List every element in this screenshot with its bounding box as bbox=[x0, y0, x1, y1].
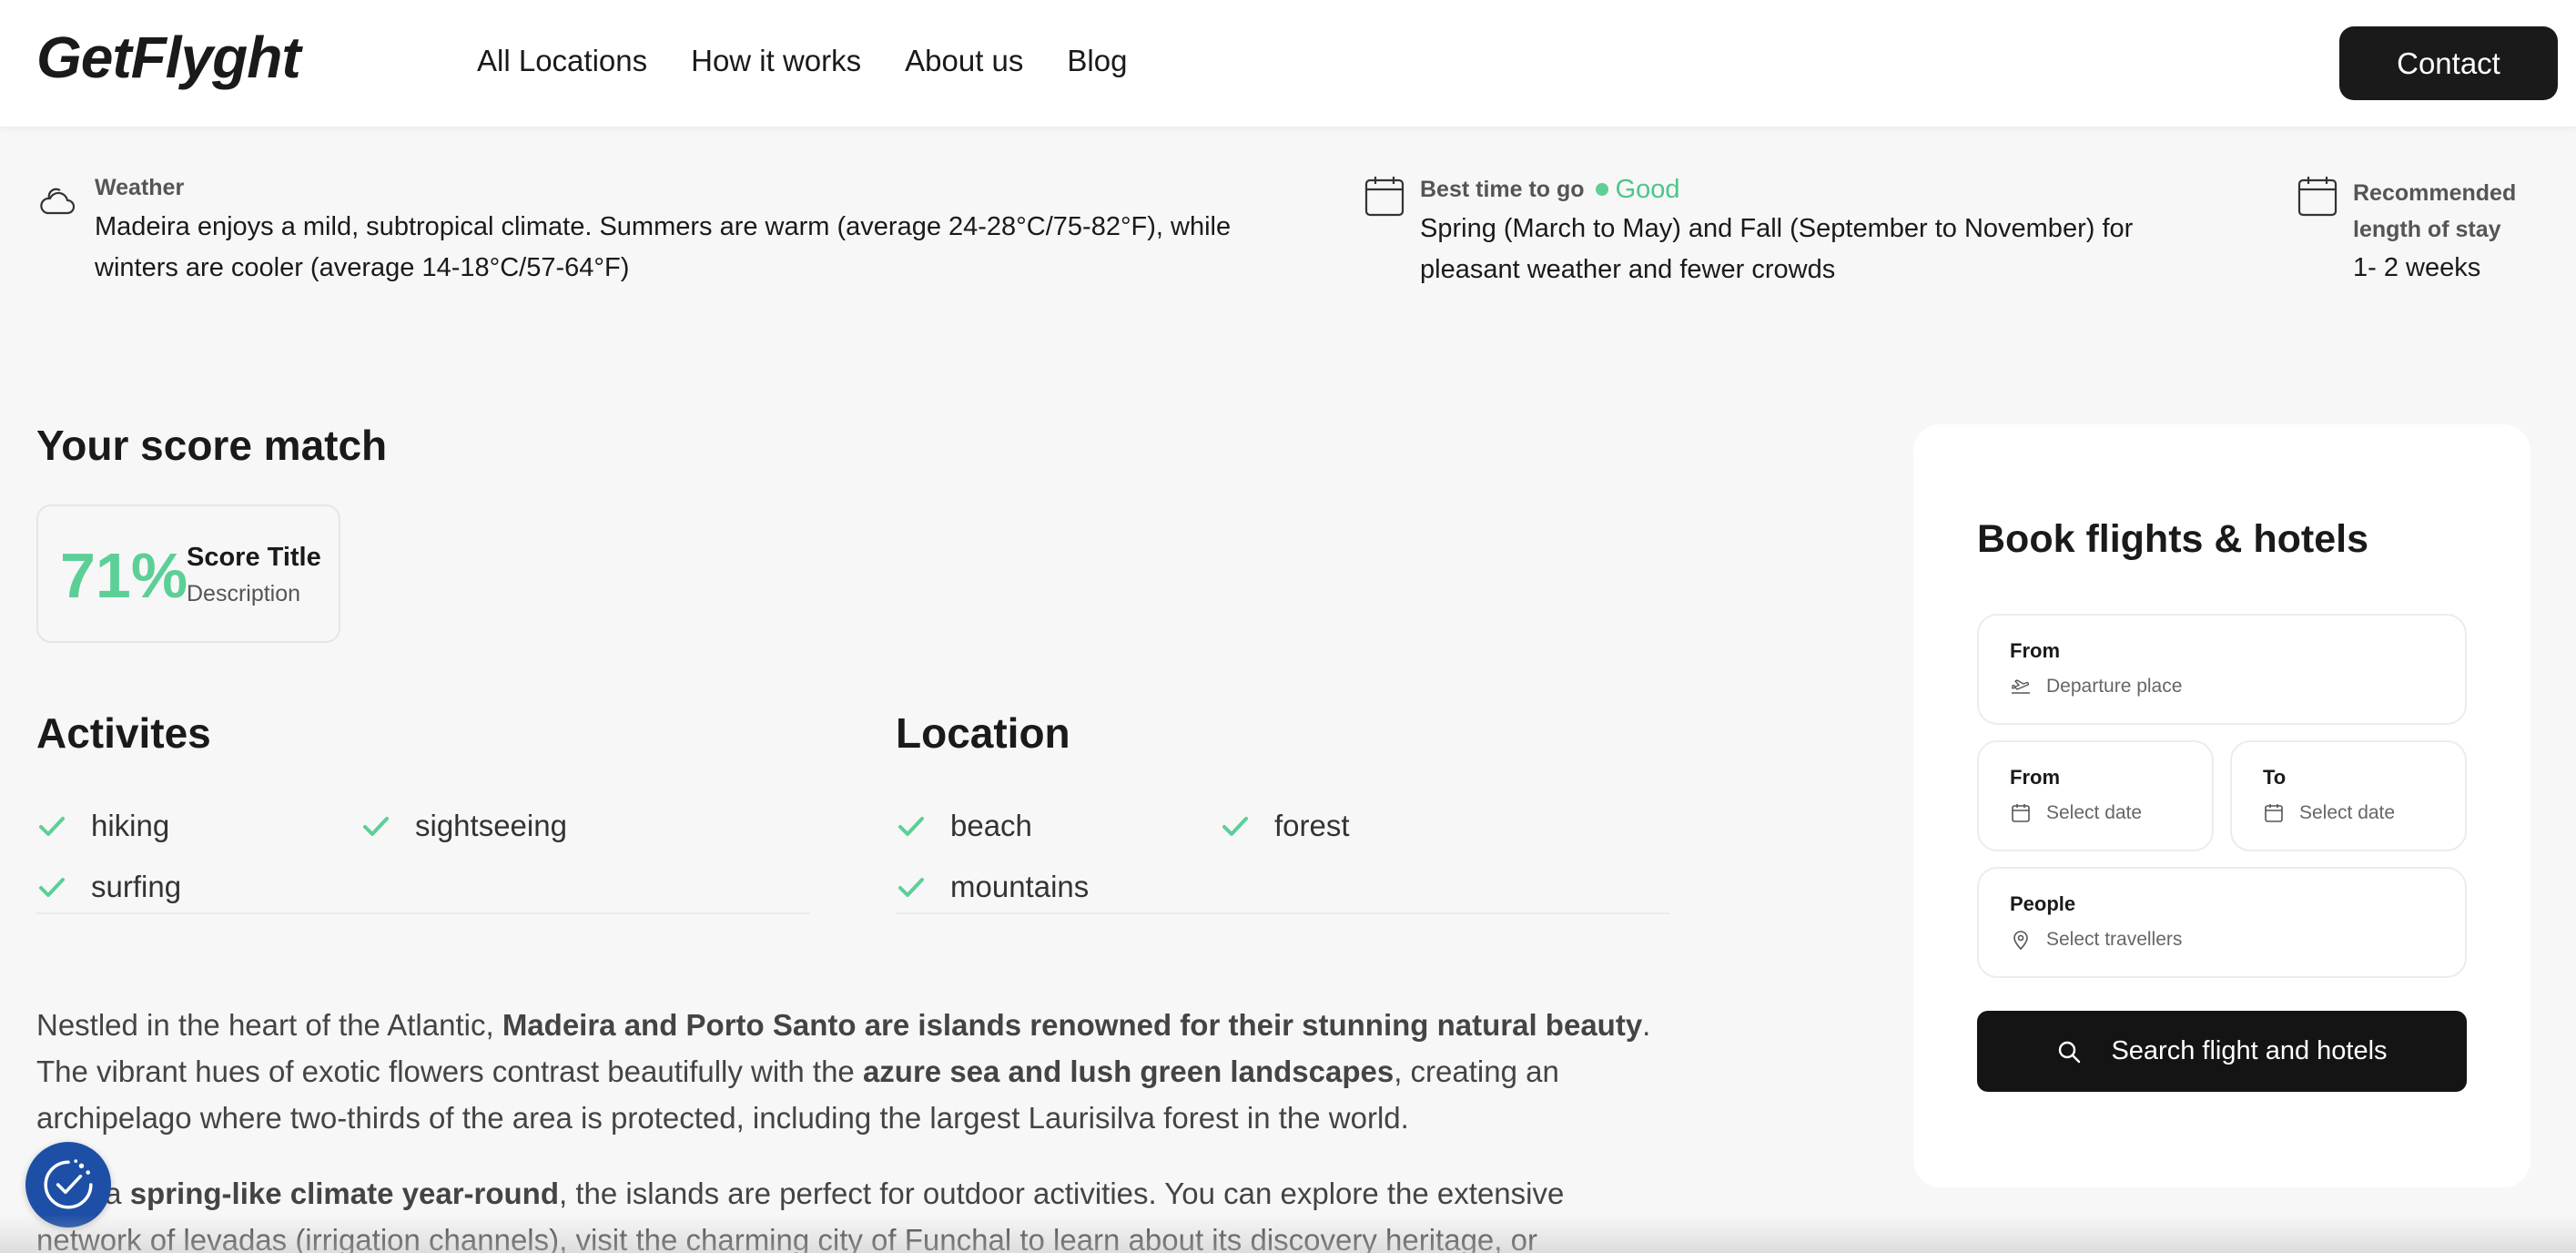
activity-label: sightseeing bbox=[415, 809, 567, 842]
best-time-label: Best time to go bbox=[1420, 177, 1585, 202]
status-badge: Good bbox=[1615, 175, 1680, 204]
departure-field[interactable]: From Departure place bbox=[1977, 614, 2467, 725]
nav-link-blog[interactable]: Blog bbox=[1067, 44, 1127, 78]
nav-link-all-locations[interactable]: All Locations bbox=[477, 44, 647, 78]
location-item: mountains bbox=[896, 870, 1089, 904]
date-to-field[interactable]: To Select date bbox=[2230, 740, 2467, 851]
location-label: forest bbox=[1274, 809, 1350, 842]
best-time-text: Spring (March to May) and Fall (Septembe… bbox=[1420, 214, 2134, 284]
score-heading: Your score match bbox=[36, 422, 388, 469]
date-from-field[interactable]: From Select date bbox=[1977, 740, 2214, 851]
check-icon bbox=[363, 817, 389, 836]
check-icon bbox=[898, 878, 924, 897]
contact-button[interactable]: Contact bbox=[2339, 26, 2558, 100]
travellers-field[interactable]: People Select travellers bbox=[1977, 867, 2467, 978]
score-card: 71% Score Title Description bbox=[36, 504, 340, 643]
logo[interactable]: GetFlyght bbox=[36, 24, 301, 91]
location-heading: Location bbox=[896, 709, 1070, 757]
travellers-placeholder: Select travellers bbox=[2046, 929, 2183, 950]
departure-placeholder: Departure place bbox=[2046, 676, 2183, 697]
nav-link-how-it-works[interactable]: How it works bbox=[691, 44, 861, 78]
search-icon bbox=[2059, 1041, 2081, 1063]
date-to-placeholder: Select date bbox=[2299, 802, 2396, 823]
score-title: Score Title bbox=[187, 543, 321, 572]
search-button[interactable]: Search flight and hotels bbox=[1977, 1011, 2467, 1092]
description-highlight: azure sea and lush green landscapes bbox=[862, 1054, 1394, 1088]
stay-text: 1- 2 weeks bbox=[2353, 253, 2481, 282]
description-highlight: spring-like climate year-round bbox=[129, 1177, 560, 1210]
stay-label: Recommended length of stay bbox=[2353, 180, 2517, 242]
check-icon bbox=[898, 817, 924, 836]
plane-takeoff-icon bbox=[2012, 679, 2030, 694]
travellers-value: Select travellers bbox=[2010, 929, 2182, 951]
travellers-label: People bbox=[2010, 892, 2076, 915]
description-text: Nestled in the heart of the Atlantic, bbox=[36, 1008, 502, 1042]
calendar-icon bbox=[1364, 177, 1405, 217]
top-navbar: GetFlyght All Locations How it works Abo… bbox=[0, 0, 2576, 127]
description-highlight: Madeira and Porto Santo are islands reno… bbox=[502, 1008, 1643, 1042]
cloud-icon bbox=[40, 188, 76, 215]
weather-text: Madeira enjoys a mild, subtropical clima… bbox=[95, 212, 1232, 282]
cookie-consent-button[interactable] bbox=[25, 1142, 111, 1228]
nav-links: All Locations How it works About us Blog bbox=[477, 44, 1171, 78]
booking-heading: Book flights & hotels bbox=[1977, 517, 2368, 561]
check-icon bbox=[39, 817, 65, 836]
calendar-icon bbox=[2265, 804, 2283, 822]
date-from-placeholder: Select date bbox=[2046, 802, 2143, 823]
activity-item: sightseeing bbox=[360, 809, 567, 843]
location-label: beach bbox=[950, 809, 1032, 842]
location-item: forest bbox=[1220, 809, 1350, 843]
activities-heading: Activites bbox=[36, 709, 211, 757]
description-paragraph-2: With a spring-like climate year-round, t… bbox=[36, 1170, 1675, 1253]
score-description: Description bbox=[187, 581, 301, 606]
date-from-value: Select date bbox=[2010, 802, 2142, 824]
activity-item: surfing bbox=[36, 870, 181, 904]
activities-divider bbox=[36, 912, 810, 914]
cookie-check-icon bbox=[44, 1159, 93, 1209]
booking-card: Book flights & hotels From Departure pla… bbox=[1913, 424, 2530, 1187]
date-to-value: Select date bbox=[2263, 802, 2395, 824]
activity-label: surfing bbox=[91, 870, 182, 903]
description-paragraph-1: Nestled in the heart of the Atlantic, Ma… bbox=[36, 1002, 1675, 1141]
location-pin-icon bbox=[2013, 931, 2028, 951]
location-label: mountains bbox=[950, 870, 1090, 903]
calendar-icon bbox=[2297, 177, 2338, 217]
date-to-label: To bbox=[2263, 766, 2287, 789]
best-time-label-row: Best time to go Good bbox=[1420, 175, 2175, 205]
location-divider bbox=[896, 912, 1669, 914]
departure-value: Departure place bbox=[2010, 676, 2182, 698]
score-percent: 71% bbox=[60, 540, 188, 611]
location-item: beach bbox=[896, 809, 1032, 843]
calendar-icon bbox=[2012, 804, 2030, 822]
check-icon bbox=[39, 878, 65, 897]
date-from-label: From bbox=[2010, 766, 2060, 789]
nav-link-about-us[interactable]: About us bbox=[905, 44, 1023, 78]
weather-label: Weather bbox=[95, 175, 185, 200]
activity-item: hiking bbox=[36, 809, 169, 843]
search-button-label: Search flight and hotels bbox=[2111, 1036, 2388, 1065]
check-icon bbox=[1222, 817, 1248, 836]
activity-label: hiking bbox=[91, 809, 170, 842]
departure-label: From bbox=[2010, 639, 2060, 662]
status-dot bbox=[1595, 182, 1608, 196]
